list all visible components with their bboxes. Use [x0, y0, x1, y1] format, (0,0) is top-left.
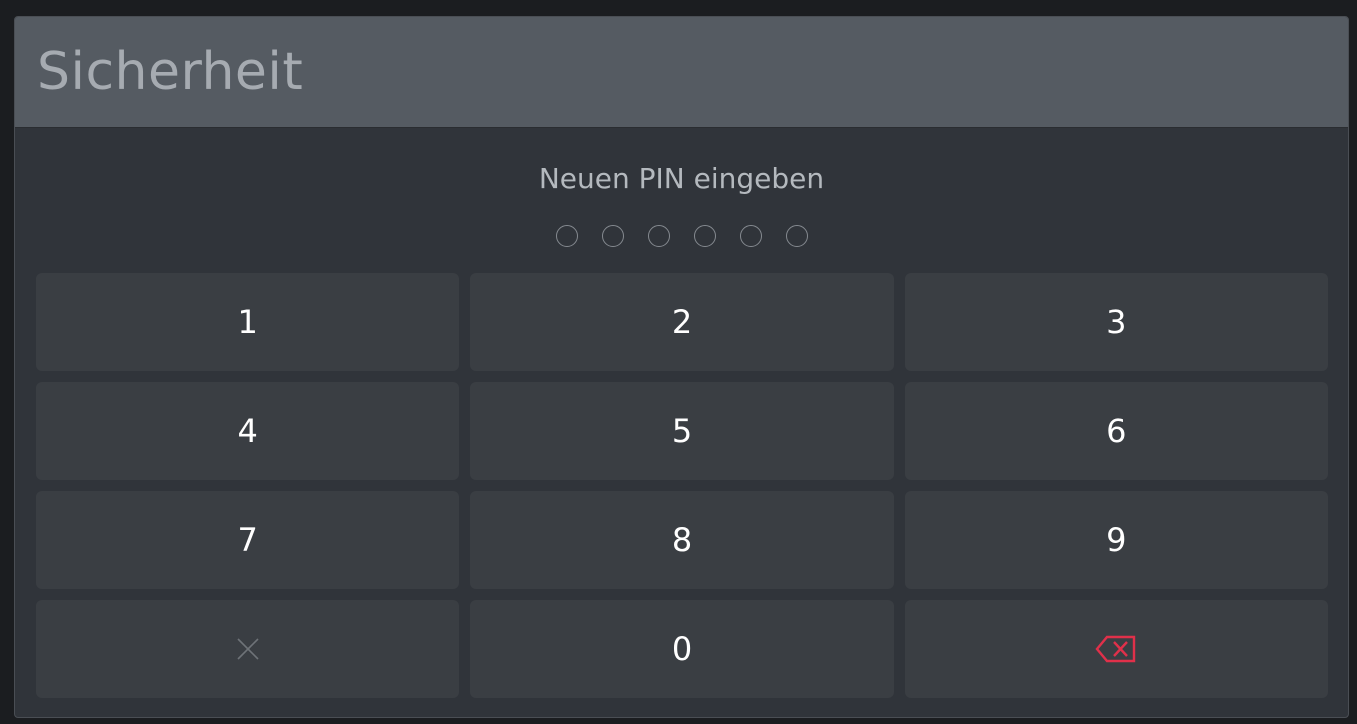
- key-label: 1: [237, 303, 258, 341]
- key-2[interactable]: 2: [470, 273, 894, 371]
- key-6[interactable]: 6: [904, 382, 1328, 480]
- key-label: 2: [671, 303, 693, 341]
- key-label: 0: [671, 630, 693, 668]
- pin-indicator: [15, 225, 1348, 247]
- clear-button[interactable]: [36, 600, 460, 698]
- key-label: 5: [671, 412, 693, 450]
- backspace-icon: [1095, 635, 1137, 663]
- key-label: 4: [237, 412, 258, 450]
- key-label: 6: [1106, 412, 1127, 450]
- key-8[interactable]: 8: [470, 491, 894, 589]
- keypad: 1 2 3 4 5 6 7 8 9 0: [36, 273, 1328, 698]
- pin-dot: [601, 225, 624, 247]
- pin-dot: [785, 225, 808, 247]
- key-label: 3: [1106, 303, 1127, 341]
- key-3[interactable]: 3: [904, 273, 1328, 371]
- backspace-button[interactable]: [904, 600, 1328, 698]
- dialog-title: Sicherheit: [37, 42, 304, 102]
- key-label: 9: [1106, 521, 1127, 559]
- security-dialog: Sicherheit Neuen PIN eingeben 1 2 3 4 5 …: [14, 16, 1349, 718]
- pin-dot: [647, 225, 670, 247]
- close-icon: [236, 637, 260, 661]
- key-1[interactable]: 1: [36, 273, 460, 371]
- key-4[interactable]: 4: [36, 382, 460, 480]
- key-label: 8: [671, 521, 693, 559]
- key-7[interactable]: 7: [36, 491, 460, 589]
- pin-dot: [739, 225, 762, 247]
- key-9[interactable]: 9: [904, 491, 1328, 589]
- pin-prompt: Neuen PIN eingeben: [538, 162, 825, 195]
- pin-dot: [693, 225, 716, 247]
- key-label: 7: [237, 521, 258, 559]
- key-0[interactable]: 0: [470, 600, 894, 698]
- key-5[interactable]: 5: [470, 382, 894, 480]
- pin-dot: [555, 225, 578, 247]
- title-bar: Sicherheit: [15, 17, 1348, 128]
